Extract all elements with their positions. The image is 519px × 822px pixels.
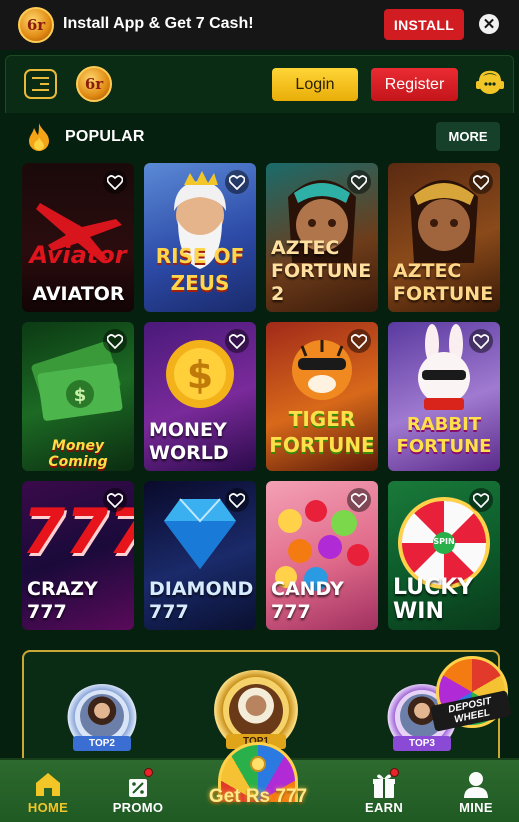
game-grid: Aviator AVIATOR RISE OF ZEUS AZTEC FORTU…	[22, 163, 500, 631]
menu-icon[interactable]	[24, 69, 57, 99]
rank-ribbon: TOP3	[393, 736, 451, 751]
game-name: MONEY WORLD	[149, 419, 229, 464]
game-name: CRAZY 777	[27, 578, 98, 623]
game-name: CANDY 777	[271, 578, 344, 623]
heart-icon[interactable]	[225, 170, 249, 194]
install-button[interactable]: INSTALL	[384, 9, 464, 40]
wheel-hub	[250, 756, 266, 772]
game-name: AVIATOR	[32, 283, 125, 305]
center-nav-label: Get Rs 777	[208, 786, 308, 807]
game-tile-candy-777[interactable]: CANDY 777	[266, 481, 378, 630]
money-coming-logo-text: Money Coming	[48, 438, 108, 470]
heart-icon[interactable]	[469, 170, 493, 194]
game-name: AZTEC FORTUNE	[393, 260, 494, 305]
game-tile-money-world[interactable]: $ MONEY WORLD	[144, 322, 256, 471]
svg-text:$: $	[74, 385, 87, 406]
heart-icon[interactable]	[347, 329, 371, 353]
get-rs-777-button[interactable]: Get Rs 777	[198, 742, 318, 822]
popular-section-header: POPULAR MORE	[22, 120, 500, 153]
more-button[interactable]: MORE	[436, 122, 500, 151]
game-tile-rise-of-zeus[interactable]: RISE OF ZEUS	[144, 163, 256, 312]
install-banner-text: Install App & Get 7 Cash!	[63, 15, 254, 32]
zeus-logo-text: RISE OF ZEUS	[155, 244, 245, 295]
nav-mine[interactable]: MINE	[448, 760, 504, 822]
heart-icon[interactable]	[469, 488, 493, 512]
game-name: AZTEC FORTUNE 2	[271, 237, 372, 305]
avatar	[229, 684, 283, 738]
svg-text:$: $	[187, 353, 213, 397]
heart-icon[interactable]	[347, 170, 371, 194]
top-header: 6r Login Register	[5, 55, 514, 113]
chat-support-icon[interactable]	[474, 69, 506, 99]
register-button[interactable]: Register	[371, 68, 458, 101]
site-logo[interactable]: 6r	[76, 66, 112, 102]
game-name: LUCKY WIN	[393, 575, 474, 624]
nav-label: MINE	[459, 800, 493, 815]
aviator-logo-text: Aviator	[29, 241, 127, 269]
nav-label: PROMO	[112, 800, 164, 815]
nav-home[interactable]: HOME	[22, 760, 74, 822]
game-name: DIAMOND 777	[149, 578, 254, 623]
nav-promo[interactable]: PROMO	[108, 760, 168, 822]
game-tile-lucky-win[interactable]: SPIN LUCKY WIN	[388, 481, 500, 630]
close-icon[interactable]: ✕	[479, 14, 499, 34]
nav-label: HOME	[27, 800, 69, 815]
section-title: POPULAR	[65, 128, 145, 145]
avatar	[80, 694, 124, 738]
rabbit-fortune-logo-text: RABBIT FORTUNE	[396, 414, 492, 457]
heart-icon[interactable]	[103, 329, 127, 353]
user-icon	[464, 772, 488, 798]
rank-ribbon: TOP2	[73, 736, 131, 751]
heart-icon[interactable]	[103, 170, 127, 194]
game-tile-aztec-fortune-2[interactable]: AZTEC FORTUNE 2	[266, 163, 378, 312]
game-tile-aztec-fortune[interactable]: AZTEC FORTUNE	[388, 163, 500, 312]
nav-earn[interactable]: EARN	[356, 760, 412, 822]
home-icon	[36, 773, 60, 796]
heart-icon[interactable]	[225, 488, 249, 512]
game-tile-money-coming[interactable]: $ Money Coming	[22, 322, 134, 471]
notification-dot	[390, 768, 399, 777]
tiger-fortune-logo-text: TIGER FORTUNE	[269, 407, 375, 457]
heart-icon[interactable]	[225, 329, 249, 353]
flame-icon	[29, 123, 49, 151]
notification-dot	[144, 768, 153, 777]
install-banner: 6r Install App & Get 7 Cash! INSTALL ✕	[0, 0, 519, 50]
nav-label: EARN	[364, 800, 404, 815]
heart-icon[interactable]	[103, 488, 127, 512]
game-tile-tiger-fortune[interactable]: TIGER FORTUNE	[266, 322, 378, 471]
heart-icon[interactable]	[469, 329, 493, 353]
spin-label: SPIN	[433, 537, 455, 546]
heart-icon[interactable]	[347, 488, 371, 512]
game-tile-rabbit-fortune[interactable]: RABBIT FORTUNE	[388, 322, 500, 471]
login-button[interactable]: Login	[272, 68, 358, 101]
game-tile-crazy-777[interactable]: 777 CRAZY 777	[22, 481, 134, 630]
leaderboard-rank-2[interactable]: TOP2	[64, 684, 140, 754]
game-tile-aviator[interactable]: Aviator AVIATOR	[22, 163, 134, 312]
app-logo: 6r	[18, 7, 54, 43]
game-tile-diamond-777[interactable]: DIAMOND 777	[144, 481, 256, 630]
